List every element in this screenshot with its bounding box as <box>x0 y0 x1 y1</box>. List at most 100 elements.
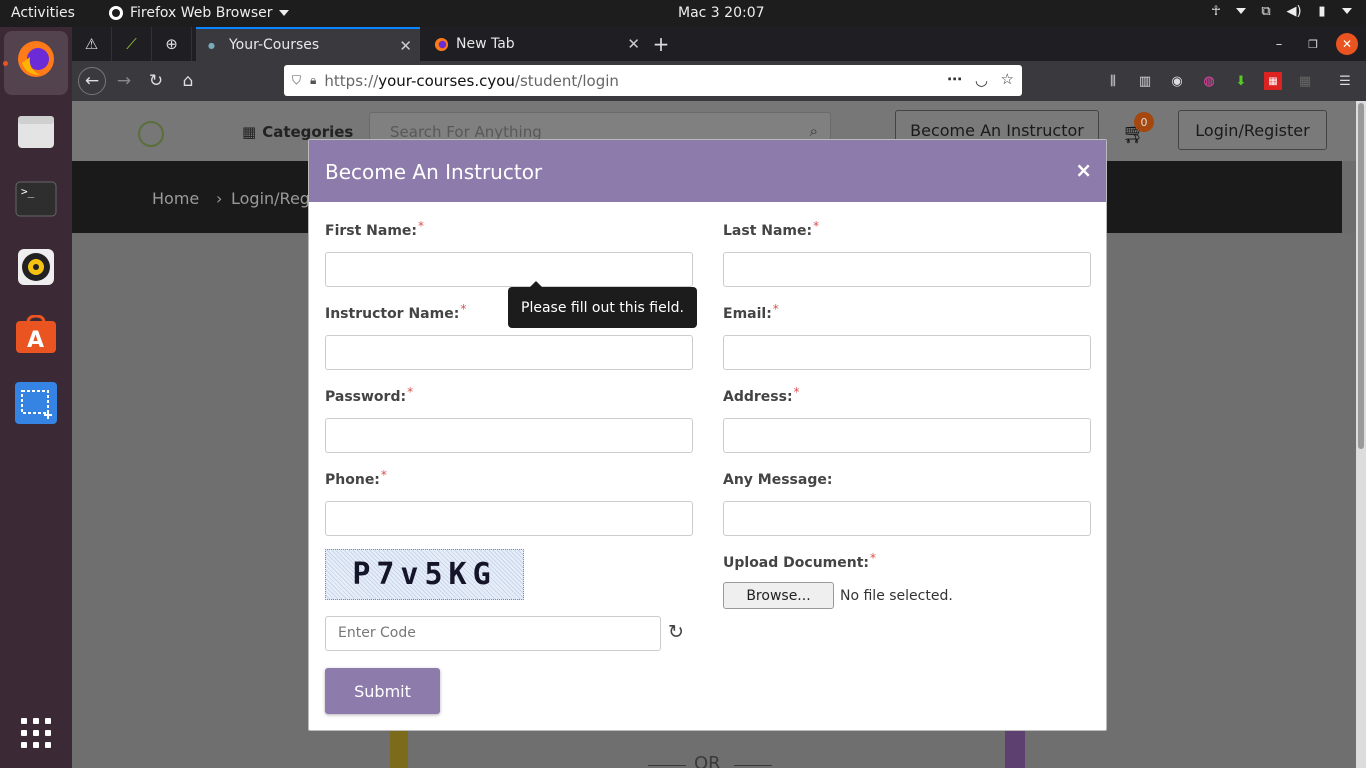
chevron-down-icon <box>1342 8 1352 14</box>
refresh-captcha-icon[interactable]: ↻ <box>668 621 684 643</box>
bookmark-star-icon[interactable]: ☆ <box>1001 70 1014 88</box>
running-indicator <box>3 61 8 66</box>
first-name-label: First Name:* <box>325 219 425 239</box>
software-center-icon[interactable]: A <box>14 313 58 357</box>
any-message-label: Any Message: <box>723 472 833 488</box>
activities-button[interactable]: Activities <box>11 5 75 21</box>
email-input[interactable] <box>723 335 1091 370</box>
back-button[interactable]: ← <box>78 67 106 95</box>
close-tab-icon[interactable]: ✕ <box>627 35 640 53</box>
last-name-input[interactable] <box>723 252 1091 287</box>
accessibility-icon[interactable]: ☥ <box>1208 3 1224 19</box>
forward-button[interactable]: → <box>110 67 138 95</box>
required-marker: * <box>772 302 779 316</box>
browse-file-button[interactable]: Browse... <box>723 582 834 609</box>
lock-icon[interactable]: 🔒︎ <box>310 73 316 88</box>
system-tray[interactable]: ☥ ⧉ ◀) ▮ <box>1208 3 1352 19</box>
tab-new-tab[interactable]: New Tab ✕ <box>422 27 648 61</box>
red-extension-icon[interactable]: ▦ <box>1264 72 1282 90</box>
tracking-shield-icon[interactable]: ⛉ <box>292 73 301 88</box>
breadcrumb-current: Login/Regi <box>231 189 315 208</box>
captcha-code-input[interactable]: Enter Code <box>325 616 661 651</box>
url-bar[interactable]: ⛉ 🔒︎ https://your-courses.cyou/student/l… <box>284 65 1022 96</box>
volume-icon[interactable]: ◀) <box>1286 3 1302 19</box>
extension-icon[interactable]: ▦ <box>1296 72 1314 90</box>
breadcrumb-home[interactable]: Home <box>152 189 199 208</box>
tab-title: New Tab <box>456 36 515 52</box>
sidebar-icon[interactable]: ▥ <box>1136 72 1154 90</box>
phone-label: Phone:* <box>325 468 387 488</box>
pinned-tab-site[interactable]: ⟋ <box>112 27 152 61</box>
pinned-tab-globe[interactable]: ⊕ <box>152 27 192 61</box>
password-input[interactable] <box>325 418 693 453</box>
pocket-icon[interactable]: ◡ <box>975 71 988 89</box>
chevron-down-icon <box>278 10 289 16</box>
login-card-accent-right <box>1005 731 1025 768</box>
firefox-tab-icon <box>434 37 449 51</box>
close-window-button[interactable]: ✕ <box>1336 33 1358 55</box>
search-icon[interactable]: ⌕ <box>810 122 818 140</box>
grid-icon: ▦ <box>242 123 257 141</box>
minimize-button[interactable]: – <box>1268 33 1290 55</box>
file-status-text: No file selected. <box>840 588 953 604</box>
pinned-tab-warning[interactable]: ⚠ <box>72 27 112 61</box>
files-icon[interactable] <box>14 109 58 153</box>
firefox-icon[interactable] <box>14 37 58 81</box>
modal-header: Become An Instructor × <box>309 140 1106 202</box>
maximize-button[interactable]: ❐ <box>1302 33 1324 55</box>
screenshot-icon[interactable] <box>14 381 58 425</box>
page-scrollbar[interactable] <box>1356 101 1366 768</box>
address-input[interactable] <box>723 418 1091 453</box>
close-tab-icon[interactable]: ✕ <box>399 37 412 55</box>
system-top-bar: Activities Firefox Web Browser Mac 3 20:… <box>0 0 1366 27</box>
url-scheme: https:// <box>324 71 379 90</box>
close-icon[interactable]: × <box>1075 158 1092 182</box>
battery-icon[interactable]: ▮ <box>1314 3 1330 19</box>
reload-button[interactable]: ↻ <box>142 67 170 95</box>
navigation-toolbar: ← → ↻ ⌂ ⛉ 🔒︎ https://your-courses.cyou/s… <box>72 61 1366 101</box>
svg-text:A: A <box>27 328 44 353</box>
new-tab-button[interactable]: + <box>650 32 672 56</box>
first-name-input[interactable] <box>325 252 693 287</box>
cart-count-badge: 0 <box>1134 112 1154 132</box>
instructor-name-input[interactable] <box>325 335 693 370</box>
validation-tooltip: Please fill out this field. <box>508 281 697 328</box>
app-menu[interactable]: Firefox Web Browser <box>108 5 289 21</box>
account-icon[interactable]: ◉ <box>1168 72 1186 90</box>
become-instructor-modal: Become An Instructor × First Name:* Inst… <box>308 139 1107 731</box>
hamburger-menu-icon[interactable]: ☰ <box>1336 72 1354 90</box>
last-name-label: Last Name:* <box>723 219 820 239</box>
library-icon[interactable]: ⫼ <box>1104 72 1122 90</box>
phone-input[interactable] <box>325 501 693 536</box>
clock[interactable]: Mac 3 20:07 <box>678 5 765 21</box>
color-extension-icon[interactable]: ◍ <box>1200 72 1218 90</box>
scrollbar-thumb[interactable] <box>1358 103 1364 449</box>
any-message-input[interactable] <box>723 501 1091 536</box>
dock: >_ A <box>0 27 72 768</box>
app-menu-label: Firefox Web Browser <box>130 5 273 21</box>
web-page: ▦ Categories Search For Anything ⌕ Becom… <box>72 101 1366 768</box>
terminal-icon[interactable]: >_ <box>14 177 58 221</box>
rhythmbox-icon[interactable] <box>14 245 58 289</box>
network-icon[interactable]: ⧉ <box>1258 3 1274 19</box>
required-marker: * <box>793 385 800 399</box>
instructor-name-label: Instructor Name:* <box>325 302 467 322</box>
download-extension-icon[interactable]: ⬇ <box>1232 72 1250 90</box>
submit-button[interactable]: Submit <box>325 668 440 714</box>
tab-your-courses[interactable]: ● Your-Courses ✕ <box>196 27 420 61</box>
home-button[interactable]: ⌂ <box>174 67 202 95</box>
required-marker: * <box>813 219 820 233</box>
app-grid-icon[interactable] <box>14 711 58 755</box>
page-actions-icon[interactable]: ⋯ <box>947 70 962 88</box>
site-logo[interactable] <box>138 121 164 147</box>
password-label: Password:* <box>325 385 414 405</box>
login-card-accent-left <box>390 731 408 768</box>
site-favicon-icon: ⟋ <box>126 35 137 53</box>
required-marker: * <box>870 551 876 565</box>
chevron-down-icon <box>1236 8 1246 14</box>
email-label: Email:* <box>723 302 779 322</box>
loading-dot-icon: ● <box>208 40 215 50</box>
login-register-button[interactable]: Login/Register <box>1178 110 1327 150</box>
or-divider-text: OR <box>694 753 721 768</box>
breadcrumb-separator-icon: › <box>216 189 223 208</box>
